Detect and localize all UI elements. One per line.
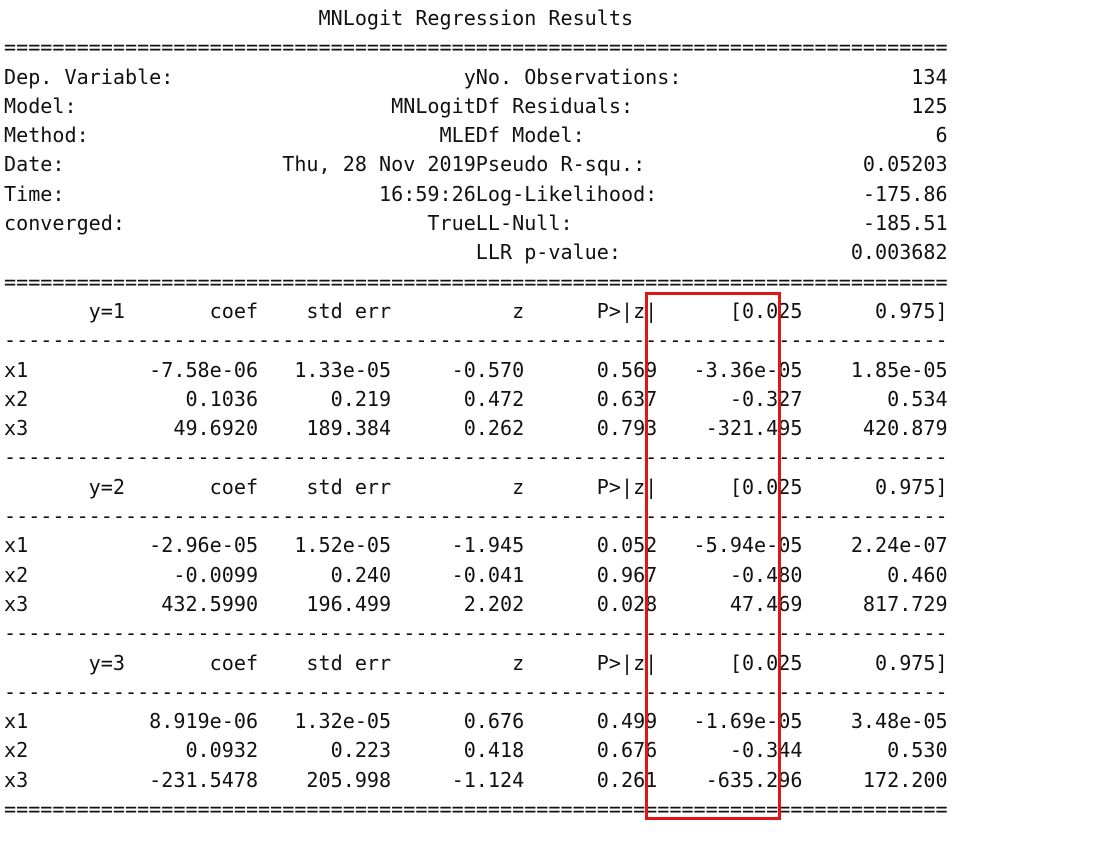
summary-row: LLR p-value: 0.003682: [4, 240, 948, 265]
summary-row: converged: TrueLL-Null: -185.51: [4, 211, 948, 236]
coef-row: x3 49.6920 189.384 0.262 0.793 -321.495 …: [4, 416, 948, 441]
coef-header-row: y=2 coef std err z P>|z| [0.025 0.975]: [4, 474, 948, 499]
coef-row: x2 0.0932 0.223 0.418 0.676 -0.344 0.530: [4, 738, 948, 763]
summary-row: Dep. Variable: yNo. Observations: 134: [4, 64, 948, 89]
summary-row: Method: MLEDf Model: 6: [4, 123, 948, 148]
coef-row: x2 0.1036 0.219 0.472 0.637 -0.327 0.534: [4, 386, 948, 411]
coef-header-row: y=3 coef std err z P>|z| [0.025 0.975]: [4, 650, 948, 675]
coef-row: x2 -0.0099 0.240 -0.041 0.967 -0.480 0.4…: [4, 562, 948, 587]
regression-output-page: { "title": "MNLogit Regression Results",…: [0, 0, 1108, 842]
coef-row: x3 -231.5478 205.998 -1.124 0.261 -635.2…: [4, 767, 948, 792]
single-rule: ----------------------------------------…: [4, 328, 948, 353]
coef-row: x1 -7.58e-06 1.33e-05 -0.570 0.569 -3.36…: [4, 357, 948, 382]
table-title: MNLogit Regression Results: [4, 6, 634, 30]
double-rule: ========================================…: [4, 269, 948, 294]
summary-row: Time: 16:59:26Log-Likelihood: -175.86: [4, 181, 948, 206]
summary-row: Date: Thu, 28 Nov 2019Pseudo R-squ.: 0.0…: [4, 152, 948, 177]
double-rule: ========================================…: [4, 35, 948, 60]
single-rule: ----------------------------------------…: [4, 445, 948, 470]
double-rule: ========================================…: [4, 797, 948, 822]
coef-row: x1 8.919e-06 1.32e-05 0.676 0.499 -1.69e…: [4, 709, 948, 734]
single-rule: ----------------------------------------…: [4, 621, 948, 646]
single-rule: ----------------------------------------…: [4, 679, 948, 704]
single-rule: ----------------------------------------…: [4, 504, 948, 529]
summary-row: Model: MNLogitDf Residuals: 125: [4, 93, 948, 118]
coef-header-row: y=1 coef std err z P>|z| [0.025 0.975]: [4, 298, 948, 323]
coef-row: x3 432.5990 196.499 2.202 0.028 47.469 8…: [4, 591, 948, 616]
coef-row: x1 -2.96e-05 1.52e-05 -1.945 0.052 -5.94…: [4, 533, 948, 558]
p-value-column-highlight-box: [645, 292, 781, 820]
summary-text-output: MNLogit Regression Results ==============…: [4, 4, 948, 824]
